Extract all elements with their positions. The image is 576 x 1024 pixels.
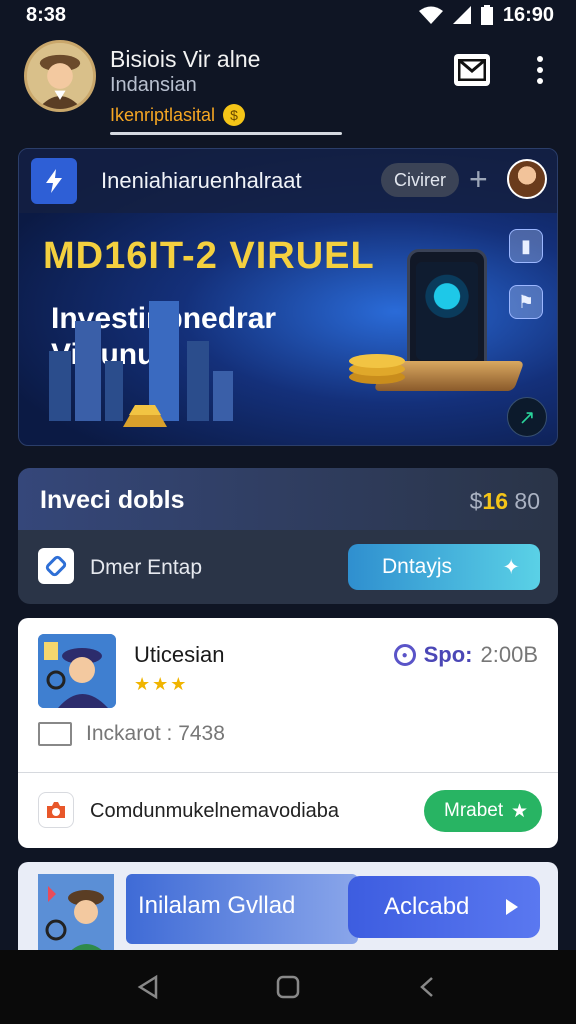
amount-prefix: $ (469, 488, 483, 514)
recents-icon[interactable] (407, 967, 447, 1007)
gold-bars-icon (123, 405, 167, 427)
banner-heading: Ineniahiaruenhalraat (101, 168, 302, 193)
card-icon (38, 722, 72, 746)
battery-icon (480, 5, 493, 25)
header-divider (110, 132, 342, 135)
banner-pill-button[interactable]: Civirer (381, 163, 459, 197)
user-card-button[interactable]: Mrabet ★ (424, 790, 542, 832)
chart-icon[interactable]: ▮ (509, 229, 543, 263)
spo-info: ● Spo: 2:00B (393, 642, 539, 668)
app-header: Bisiois Vir alne Indansian Ikenriptlasit… (0, 30, 576, 140)
promo-avatar[interactable] (38, 874, 114, 958)
lightning-icon (31, 158, 77, 204)
user-subtitle: Indansian (110, 74, 197, 96)
back-icon[interactable] (129, 967, 169, 1007)
arrow-icon[interactable]: ↗ (507, 397, 547, 437)
status-right: 16:90 (418, 3, 554, 27)
invest-title: Inveci dobls (40, 486, 185, 514)
spo-value: 2:00B (480, 642, 539, 667)
promo-banner[interactable]: Ineniahiaruenhalraat Civirer + MD16IT-2 … (18, 148, 558, 446)
phone-illustration (407, 249, 487, 373)
camera-icon (38, 792, 74, 828)
coin-icon: $ (223, 104, 246, 126)
user-card-bottom-label: Comdunmukelnemavodiaba (90, 800, 340, 822)
sparkle-icon: ✦ (502, 555, 520, 579)
wifi-icon (418, 6, 443, 24)
banner-title: MD16IT-2 VIRUEL (43, 235, 375, 277)
user-card-name: Uticesian (134, 642, 225, 667)
status-time: 8:38 (26, 3, 67, 26)
invest-button[interactable]: Dntayjs ✦ (348, 544, 540, 590)
amount-highlight: 16 (482, 488, 509, 514)
user-card-button-label: Mrabet (444, 800, 504, 821)
system-nav-bar (0, 950, 576, 1024)
message-button[interactable] (454, 54, 490, 86)
invest-button-label: Dntayjs (382, 555, 453, 578)
promo-title: Inilalam Gvllad (138, 892, 296, 919)
message-icon (458, 59, 486, 81)
more-vertical-icon[interactable] (528, 52, 552, 88)
tag-icon (38, 548, 74, 584)
bar-icon[interactable]: ⚑ (509, 285, 543, 319)
divider (18, 772, 558, 773)
user-card-avatar[interactable] (38, 634, 116, 708)
status-time-right: 16:90 (502, 3, 554, 26)
user-card-row: Inckarot : 7438 (38, 722, 225, 746)
promo-card: Inilalam Gvllad Aclcabd (18, 862, 558, 962)
user-badge: Ikenriptlasital $ (110, 104, 246, 126)
status-bar: 8:38 16:90 (0, 0, 576, 30)
promo-button[interactable]: Aclcabd (348, 876, 540, 938)
user-card: Uticesian ★★★ ● Spo: 2:00B Inckarot : 74… (18, 618, 558, 848)
home-icon[interactable] (268, 967, 308, 1007)
user-badge-label: Ikenriptlasital (110, 104, 216, 125)
spo-label: Spo: (423, 642, 473, 667)
amount-suffix: 80 (508, 488, 540, 514)
signal-icon (452, 6, 471, 24)
avatar[interactable] (24, 40, 96, 112)
user-name: Bisiois Vir alne (110, 46, 261, 72)
promo-button-label: Aclcabd (384, 893, 470, 920)
play-icon (506, 899, 518, 915)
target-icon: ● (393, 644, 416, 666)
plus-icon[interactable]: + (469, 161, 488, 198)
star-icon: ★ (510, 800, 528, 822)
coins-icon (349, 354, 405, 384)
invest-card: Inveci dobls $16 80 Dmer Entap Dntayjs ✦ (18, 468, 558, 604)
rating-stars: ★★★ (134, 674, 189, 694)
banner-avatar[interactable] (507, 159, 547, 199)
invest-action-label: Dmer Entap (90, 556, 203, 579)
user-card-row-label: Inckarot : 7438 (86, 722, 225, 745)
invest-amount: $16 80 (470, 488, 540, 515)
